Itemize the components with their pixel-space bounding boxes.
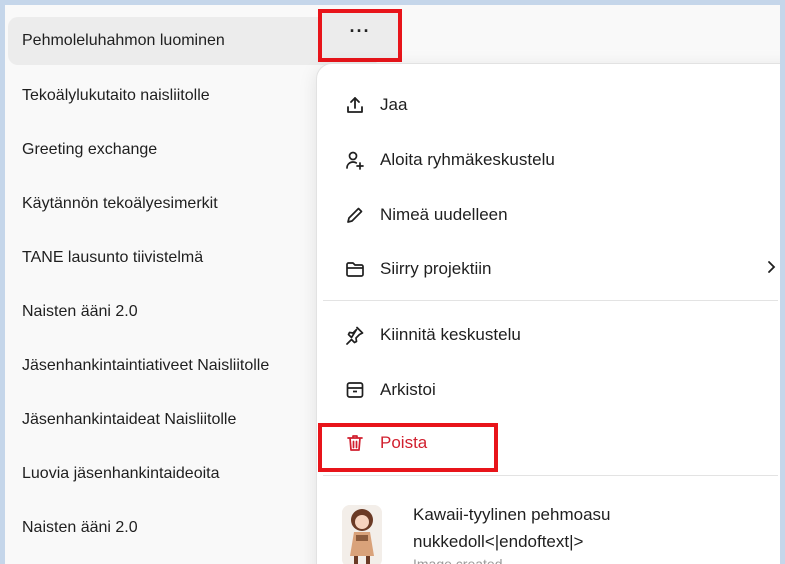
conversation-label: TANE lausunto tiivistelmä: [22, 249, 204, 266]
menu-item-pin[interactable]: Kiinnitä keskustelu: [317, 313, 780, 357]
chevron-right-icon: [763, 257, 779, 282]
highlight-box: [318, 423, 498, 472]
menu-item-label: Jaa: [380, 95, 408, 114]
image-preview-title: Kawaii-tyylinen pehmoasu nukkedoll<|endo…: [413, 505, 611, 551]
conversation-label: Käytännön tekoälyesimerkit: [22, 195, 218, 212]
conversation-label: Naisten ääni 2.0: [22, 519, 138, 536]
menu-item-group-chat[interactable]: Aloita ryhmäkeskustelu: [317, 138, 780, 182]
menu-item-rename[interactable]: Nimeä uudelleen: [317, 193, 780, 237]
pin-icon: [344, 324, 366, 346]
image-preview-item[interactable]: Kawaii-tyylinen pehmoasu nukkedoll<|endo…: [342, 501, 762, 564]
ellipsis-icon: ···: [349, 21, 371, 41]
folder-icon: [344, 258, 366, 280]
menu-item-label: Nimeä uudelleen: [380, 205, 508, 224]
more-options-button[interactable]: ···: [318, 9, 402, 62]
conversation-label: Jäsenhankintaintiativeet Naisliitolle: [22, 357, 270, 374]
conversation-label: Greeting exchange: [22, 141, 158, 158]
context-menu: Jaa Aloita ryhmäkeskustelu Nimeä uudelle…: [316, 63, 780, 564]
image-thumbnail: [342, 505, 382, 564]
menu-item-label: Aloita ryhmäkeskustelu: [380, 150, 555, 169]
conversation-label: Tekoälylukutaito naisliitolle: [22, 87, 210, 104]
conversation-label: Naisten ääni 2.0: [22, 303, 138, 320]
menu-divider: [323, 475, 778, 476]
image-preview-subtitle: Image created: [413, 556, 503, 564]
menu-item-archive[interactable]: Arkistoi: [317, 368, 780, 412]
add-person-icon: [344, 149, 366, 171]
conversation-label: Jäsenhankintaideat Naisliitolle: [22, 411, 237, 428]
menu-item-label: Arkistoi: [380, 380, 436, 399]
menu-item-share[interactable]: Jaa: [317, 83, 780, 127]
share-icon: [344, 94, 366, 116]
menu-item-label: Kiinnitä keskustelu: [380, 325, 521, 344]
menu-item-label: Siirry projektiin: [380, 259, 492, 278]
conversation-label: Pehmoleluhahmon luominen: [22, 32, 225, 49]
pencil-icon: [344, 204, 366, 226]
app-panel: Pehmoleluhahmon luominen Tekoälylukutait…: [5, 5, 780, 564]
menu-item-move-project[interactable]: Siirry projektiin: [317, 247, 780, 291]
archive-icon: [344, 379, 366, 401]
conversation-label: Luovia jäsenhankintaideoita: [22, 465, 220, 482]
menu-divider: [323, 300, 778, 301]
